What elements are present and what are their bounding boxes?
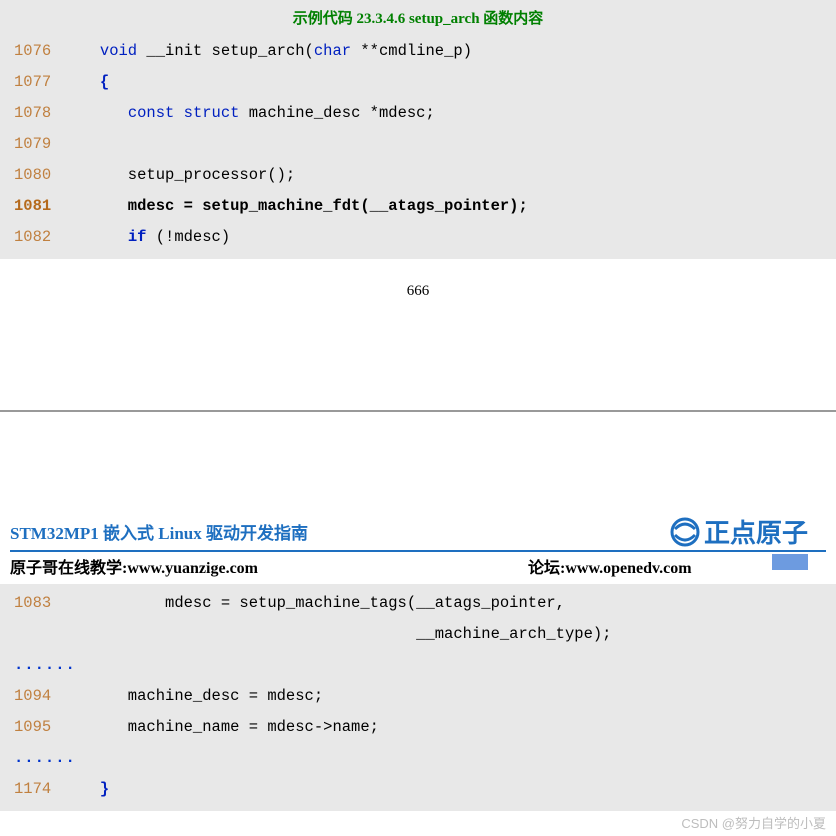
subheader-left: 原子哥在线教学:www.yuanzige.com — [10, 560, 258, 577]
code-content: machine_name = mdesc->name; — [72, 712, 836, 743]
line-number: 1081 — [0, 191, 72, 222]
line-number: 1083 — [0, 588, 72, 619]
code-content: setup_processor(); — [72, 160, 836, 191]
logo-icon — [670, 517, 700, 547]
code-ellipsis: ...... — [0, 650, 836, 681]
line-number — [0, 619, 72, 650]
code-line: 1174 } — [0, 774, 836, 805]
doc-title: STM32MP1 嵌入式 Linux 驱动开发指南 — [10, 519, 308, 544]
code-content: } — [72, 774, 836, 805]
code-content: void __init setup_arch(char **cmdline_p) — [72, 36, 836, 67]
page-separator — [0, 410, 836, 412]
doc-header: STM32MP1 嵌入式 Linux 驱动开发指南 正点原子 — [0, 512, 836, 546]
teach-url: www.yuanzige.com — [127, 560, 258, 577]
code-content: { — [72, 67, 836, 98]
code-content: mdesc = setup_machine_fdt(__atags_pointe… — [72, 191, 836, 222]
line-number: 1080 — [0, 160, 72, 191]
line-number: 1082 — [0, 222, 72, 253]
line-number: 1078 — [0, 98, 72, 129]
line-number: 1079 — [0, 129, 72, 160]
code-line: 1095 machine_name = mdesc->name; — [0, 712, 836, 743]
code-line: 1094 machine_desc = mdesc; — [0, 681, 836, 712]
code-line: 1078 const struct machine_desc *mdesc; — [0, 98, 836, 129]
code-line: __machine_arch_type); — [0, 619, 836, 650]
line-number: 1077 — [0, 67, 72, 98]
code-line: 1081 mdesc = setup_machine_fdt(__atags_p… — [0, 191, 836, 222]
code-content: mdesc = setup_machine_tags(__atags_point… — [72, 588, 836, 619]
brand-logo: 正点原子 — [670, 513, 808, 550]
code-line: 1077 { — [0, 67, 836, 98]
code-content: __machine_arch_type); — [72, 619, 836, 650]
code-block-2: 1083 mdesc = setup_machine_tags(__atags_… — [0, 584, 836, 811]
code-line: 1080 setup_processor(); — [0, 160, 836, 191]
teach-label: 原子哥在线教学: — [10, 560, 127, 577]
code-content: const struct machine_desc *mdesc; — [72, 98, 836, 129]
forum-label: 论坛: — [528, 560, 565, 577]
line-number: 1174 — [0, 774, 72, 805]
watermark: CSDN @努力自学的小夏 — [0, 811, 836, 836]
line-number: 1095 — [0, 712, 72, 743]
forum-url: www.openedv.com — [565, 560, 691, 577]
code-line: 1082 if (!mdesc) — [0, 222, 836, 253]
code-content — [72, 129, 836, 160]
code-content: machine_desc = mdesc; — [72, 681, 836, 712]
code-line: 1079 — [0, 129, 836, 160]
code-line: 1083 mdesc = setup_machine_tags(__atags_… — [0, 588, 836, 619]
code-ellipsis: ...... — [0, 743, 836, 774]
code-block-1: 示例代码 23.3.4.6 setup_arch 函数内容 1076 void … — [0, 0, 836, 259]
logo-text: 正点原子 — [704, 513, 808, 550]
line-number: 1094 — [0, 681, 72, 712]
doc-subheader: 原子哥在线教学:www.yuanzige.com 论坛:www.openedv.… — [0, 552, 836, 584]
code-line: 1076 void __init setup_arch(char **cmdli… — [0, 36, 836, 67]
subheader-right: 论坛:www.openedv.com — [528, 554, 692, 578]
line-number: 1076 — [0, 36, 72, 67]
page-number: 666 — [0, 283, 836, 300]
code-block-title: 示例代码 23.3.4.6 setup_arch 函数内容 — [0, 4, 836, 36]
code-content: if (!mdesc) — [72, 222, 836, 253]
